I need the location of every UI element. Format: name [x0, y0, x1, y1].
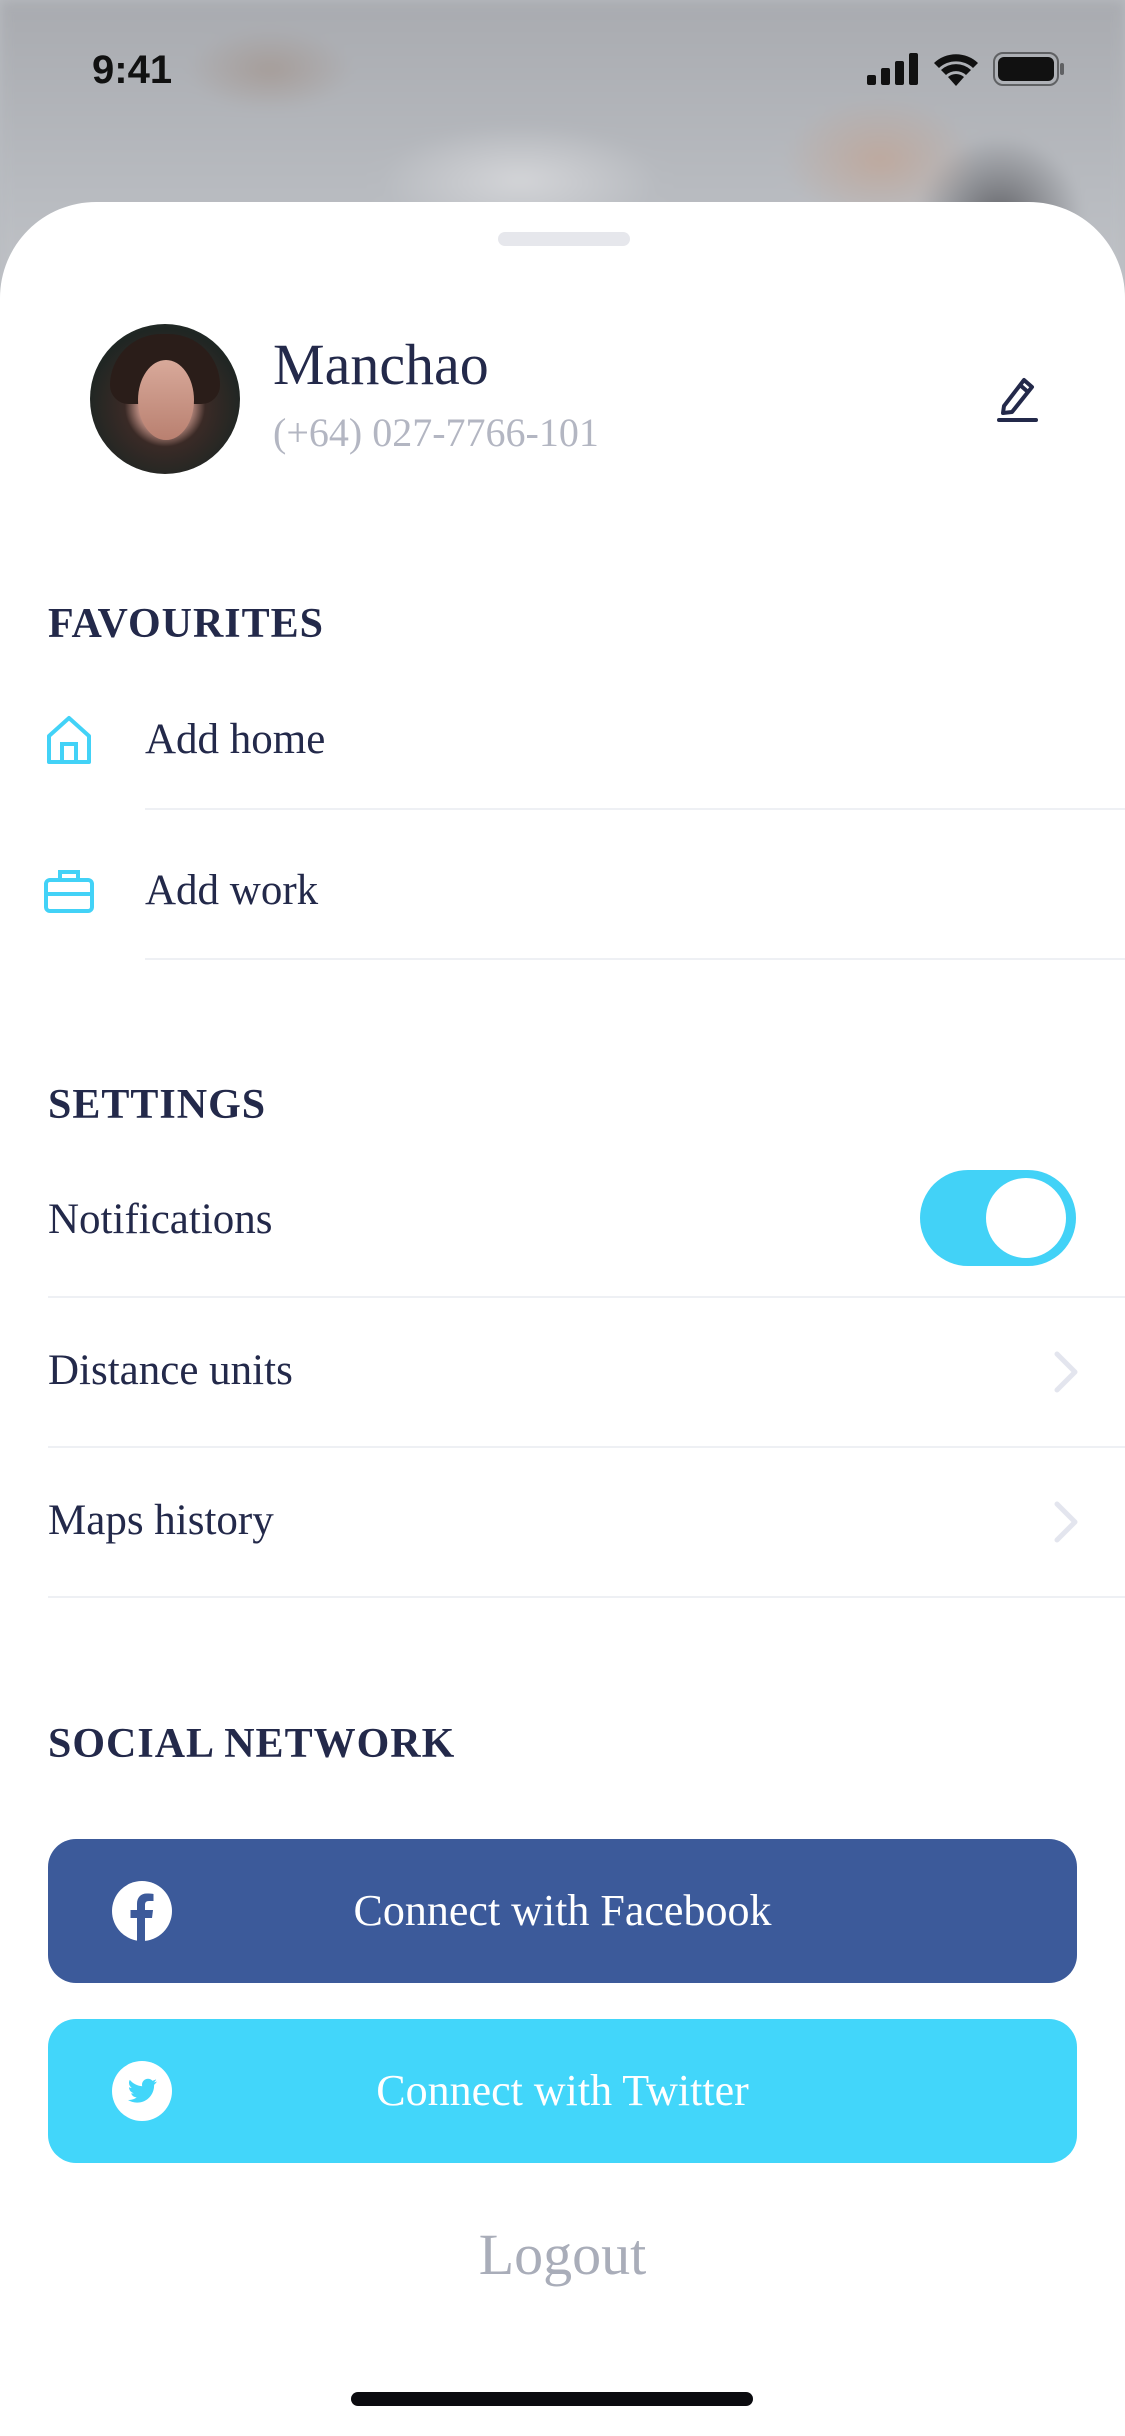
wifi-icon [934, 54, 978, 86]
connect-facebook-button[interactable]: Connect with Facebook [48, 1839, 1077, 1983]
distance-units-item[interactable]: Distance units [48, 1345, 293, 1397]
user-phone: (+64) 027-7766-101 [273, 410, 599, 455]
home-indicator[interactable] [351, 2392, 753, 2406]
user-name: Manchao [273, 332, 489, 397]
briefcase-icon [44, 870, 94, 913]
maps-history-item[interactable]: Maps history [48, 1495, 274, 1547]
logout-button[interactable]: Logout [0, 2220, 1125, 2290]
facebook-button-label: Connect with Facebook [353, 1886, 772, 1935]
edit-profile-button[interactable] [992, 372, 1042, 422]
battery-icon [993, 52, 1064, 86]
status-icons [867, 52, 1065, 86]
avatar-face [138, 360, 194, 440]
social-network-section-title: SOCIAL NETWORK [48, 1721, 456, 1767]
chevron-right-icon [1054, 1351, 1078, 1393]
home-icon [47, 716, 91, 764]
avatar[interactable] [90, 324, 240, 474]
divider [145, 958, 1125, 960]
favourites-section-title: FAVOURITES [48, 601, 325, 647]
connect-twitter-button[interactable]: Connect with Twitter [48, 2019, 1077, 2163]
sheet-grabber-handle[interactable] [498, 232, 630, 246]
twitter-button-label: Connect with Twitter [376, 2066, 749, 2115]
notifications-toggle[interactable] [920, 1170, 1076, 1266]
status-bar: 9:41 [0, 0, 1125, 140]
chevron-right-icon [1054, 1501, 1078, 1543]
notifications-label: Notifications [48, 1196, 273, 1243]
divider [145, 808, 1125, 810]
divider [48, 1296, 1125, 1298]
toggle-knob [986, 1178, 1066, 1258]
status-time: 9:41 [92, 48, 173, 92]
divider [48, 1596, 1125, 1598]
settings-section-title: SETTINGS [48, 1082, 267, 1128]
cellular-signal-icon [867, 53, 918, 85]
add-work-item[interactable]: Add work [145, 865, 318, 917]
divider [48, 1446, 1125, 1448]
add-home-item[interactable]: Add home [145, 714, 325, 766]
edit-pencil-icon [997, 378, 1038, 422]
